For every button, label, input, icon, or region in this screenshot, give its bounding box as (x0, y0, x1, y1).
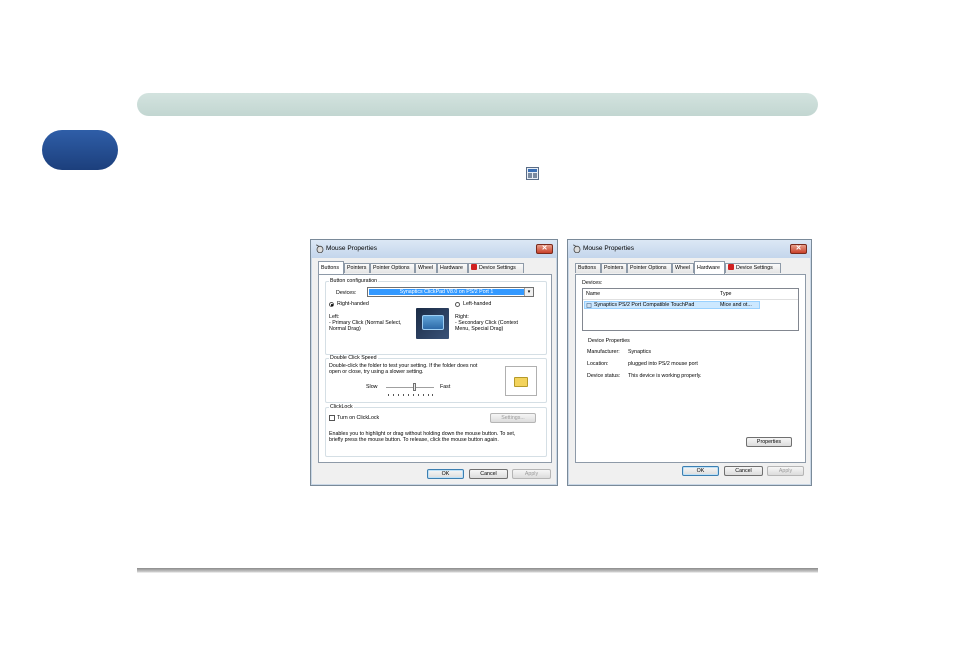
manufacturer-label: Manufacturer: (587, 349, 620, 355)
title-bar: Mouse Properties ✕ (311, 240, 557, 258)
right-description-line-2: Menu, Special Drag) (455, 326, 504, 332)
properties-button[interactable]: Properties (746, 437, 792, 447)
close-button[interactable]: ✕ (790, 244, 807, 254)
slider-tick (408, 394, 409, 396)
slider-tick (393, 394, 394, 396)
device-status-value: This device is working properly. (628, 373, 702, 379)
ok-button[interactable]: OK (427, 469, 464, 479)
clicklock-description-line-2: briefly press the mouse button. To relea… (329, 437, 499, 443)
right-handed-label[interactable]: Right-handed (337, 301, 369, 308)
tab-pointers[interactable]: Pointers (344, 263, 370, 273)
manufacturer-value: Synaptics (628, 349, 651, 355)
page-header-bar (137, 93, 818, 116)
window-title: Mouse Properties (583, 245, 634, 252)
devices-list[interactable]: Name Type Synaptics PS/2 Port Compatible… (582, 288, 799, 331)
slider-tick (432, 394, 433, 396)
fast-label: Fast (440, 384, 451, 390)
tab-panel-buttons: Button configuration Devices: Synaptics … (318, 274, 552, 463)
slider-tick (428, 394, 429, 396)
device-name-cell: Synaptics PS/2 Port Compatible TouchPad (594, 302, 695, 308)
apply-button[interactable]: Apply (767, 466, 804, 476)
close-button[interactable]: ✕ (536, 244, 553, 254)
column-header-type[interactable]: Type (720, 291, 731, 298)
devices-label: Devices: (336, 290, 357, 296)
device-properties-heading: Device Properties (588, 338, 630, 344)
column-header-name[interactable]: Name (586, 291, 600, 298)
touchpad-device-icon (586, 303, 592, 308)
folder-icon[interactable] (514, 377, 528, 387)
double-click-speed-legend: Double Click Speed (329, 355, 378, 361)
slider-tick (423, 394, 424, 396)
tab-device-settings-label: Device Settings (479, 265, 516, 271)
tab-pointers[interactable]: Pointers (601, 263, 627, 273)
chapter-tab (42, 130, 118, 170)
tab-device-settings[interactable]: Device Settings (468, 263, 524, 273)
devices-label: Devices: (582, 280, 603, 286)
slider-thumb[interactable] (413, 383, 416, 391)
footer-rule-light (137, 572, 818, 573)
slider-tick (388, 394, 389, 396)
double-click-speed-group: Double Click Speed Double-click the fold… (325, 355, 547, 403)
location-value: plugged into PS/2 mouse port (628, 361, 698, 367)
title-bar: Mouse Properties ✕ (568, 240, 811, 258)
clicklock-legend: ClickLock (329, 404, 354, 410)
slider-track (386, 387, 434, 388)
devices-combobox[interactable]: Synaptics ClickPad V8.0 on PS/2 Port 1 ▾ (367, 287, 534, 297)
mouse-properties-window-buttons: Mouse Properties ✕ Buttons Pointers Poin… (310, 239, 558, 486)
mouse-icon (572, 244, 581, 253)
slider-tick (403, 394, 404, 396)
slider-tick (418, 394, 419, 396)
chevron-down-icon[interactable]: ▾ (524, 288, 533, 296)
tab-device-settings-label: Device Settings (736, 265, 773, 271)
left-description-line-2: Normal Drag) (329, 326, 361, 332)
location-label: Location: (587, 361, 609, 367)
cancel-button[interactable]: Cancel (724, 466, 763, 476)
left-handed-label[interactable]: Left-handed (463, 301, 491, 308)
window-title: Mouse Properties (326, 245, 377, 252)
tab-pointer-options[interactable]: Pointer Options (370, 263, 415, 273)
clicklock-settings-button[interactable]: Settings... (490, 413, 536, 423)
mouse-control-panel-icon (526, 167, 539, 180)
tab-device-settings[interactable]: Device Settings (725, 263, 781, 273)
tab-hardware[interactable]: Hardware (694, 261, 725, 274)
clickpad-image (416, 308, 449, 339)
table-row[interactable]: Synaptics PS/2 Port Compatible TouchPad … (584, 301, 760, 309)
tab-wheel[interactable]: Wheel (415, 263, 437, 273)
tab-panel-hardware: Devices: Name Type Synaptics PS/2 Port C… (575, 274, 806, 463)
clicklock-checkbox[interactable] (329, 415, 335, 421)
double-click-speed-slider[interactable] (386, 383, 434, 397)
button-configuration-group: Button configuration Devices: Synaptics … (325, 278, 547, 355)
tab-pointer-options[interactable]: Pointer Options (627, 263, 672, 273)
tab-buttons[interactable]: Buttons (575, 263, 601, 273)
synaptics-icon (728, 264, 734, 270)
left-handed-radio[interactable] (455, 302, 460, 307)
ok-button[interactable]: OK (682, 466, 719, 476)
device-type-cell: Mice and ot... (720, 302, 752, 308)
tab-buttons[interactable]: Buttons (318, 261, 344, 274)
mouse-properties-window-hardware: Mouse Properties ✕ Buttons Pointers Poin… (567, 239, 812, 486)
clicklock-checkbox-label[interactable]: Turn on ClickLock (337, 415, 379, 422)
clicklock-group: ClickLock Turn on ClickLock Settings... … (325, 404, 547, 457)
test-folder-area[interactable] (505, 366, 537, 396)
tab-hardware[interactable]: Hardware (437, 263, 468, 273)
device-status-label: Device status: (587, 373, 621, 379)
synaptics-icon (471, 264, 477, 270)
double-click-description-line-2: open or close, try using a slower settin… (329, 369, 424, 375)
tab-wheel[interactable]: Wheel (672, 263, 694, 273)
button-configuration-legend: Button configuration (329, 278, 379, 284)
cancel-button[interactable]: Cancel (469, 469, 508, 479)
clickpad-surface (422, 315, 444, 330)
right-handed-radio[interactable] (329, 302, 334, 307)
slider-tick (413, 394, 414, 396)
slow-label: Slow (366, 384, 378, 390)
slider-tick (398, 394, 399, 396)
devices-combobox-value: Synaptics ClickPad V8.0 on PS/2 Port 1 (369, 289, 524, 295)
devices-list-header: Name Type (583, 289, 798, 300)
mouse-icon (315, 244, 324, 253)
apply-button[interactable]: Apply (512, 469, 551, 479)
